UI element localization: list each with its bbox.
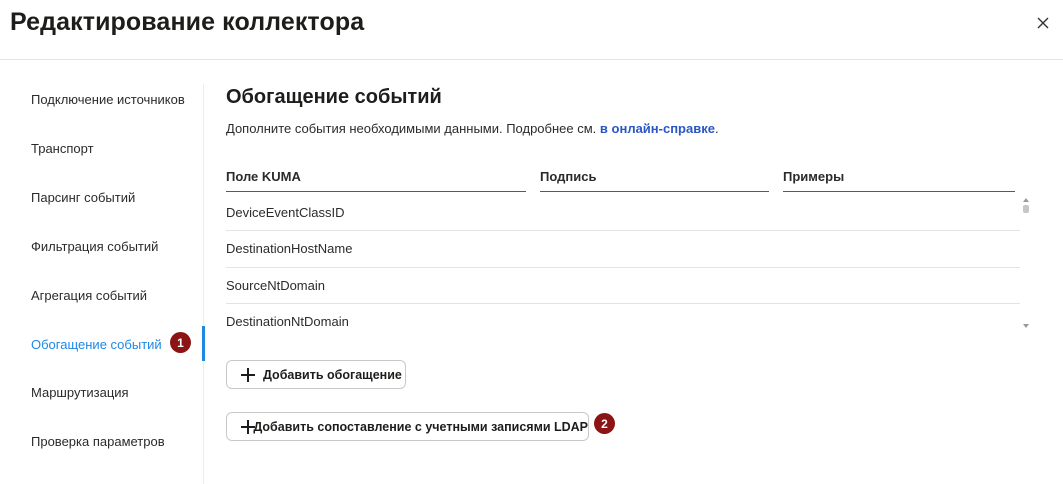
add-ldap-mapping-label: Добавить сопоставление с учетными запися…: [253, 419, 588, 434]
table-row[interactable]: DestinationHostName: [226, 231, 1020, 268]
section-description: Дополните события необходимыми данными. …: [226, 121, 719, 136]
dialog-title: Редактирование коллектора: [10, 8, 365, 36]
sidebar-item-aggregation[interactable]: Агрегация событий: [31, 288, 147, 303]
enrichment-table: DeviceEventClassID DestinationHostName S…: [226, 195, 1020, 330]
sidebar-item-enrichment[interactable]: Обогащение событий: [31, 337, 162, 352]
sidebar-item-routing[interactable]: Маршрутизация: [31, 385, 129, 400]
close-icon: [1037, 17, 1049, 29]
sidebar-nav: [0, 61, 206, 484]
table-row[interactable]: SourceNtDomain: [226, 268, 1020, 304]
column-underline: [540, 191, 769, 192]
step-badge-1: 1: [170, 332, 191, 353]
column-header-label: Подпись: [540, 169, 597, 184]
column-header-examples: Примеры: [783, 169, 845, 184]
scroll-thumb[interactable]: [1023, 205, 1029, 213]
sidebar-divider: [203, 84, 204, 484]
scroll-up-icon[interactable]: [1023, 198, 1029, 202]
sidebar-item-sources[interactable]: Подключение источников: [31, 92, 185, 107]
dialog-header: Редактирование коллектора: [0, 0, 1063, 60]
sidebar-item-filtering[interactable]: Фильтрация событий: [31, 239, 158, 254]
add-enrichment-label: Добавить обогащение: [263, 367, 402, 382]
section-title: Обогащение событий: [226, 86, 442, 108]
description-text: Дополните события необходимыми данными. …: [226, 121, 597, 136]
description-end: .: [714, 121, 719, 136]
help-link[interactable]: в онлайн-справке: [600, 121, 715, 136]
sidebar-active-indicator: [202, 326, 205, 361]
plus-icon: [241, 419, 257, 434]
scroll-down-icon[interactable]: [1023, 324, 1029, 328]
plus-icon: [241, 367, 255, 382]
close-button[interactable]: [1030, 10, 1056, 36]
sidebar-item-parsing[interactable]: Парсинг событий: [31, 190, 135, 205]
column-underline: [226, 191, 526, 192]
add-enrichment-button[interactable]: Добавить обогащение: [226, 360, 406, 389]
add-ldap-mapping-button[interactable]: Добавить сопоставление с учетными запися…: [226, 412, 589, 441]
column-underline: [783, 191, 1015, 192]
sidebar-item-validation[interactable]: Проверка параметров: [31, 434, 165, 449]
sidebar-item-transport[interactable]: Транспорт: [31, 141, 94, 156]
table-scrollbar[interactable]: [1021, 197, 1031, 330]
table-row[interactable]: DestinationNtDomain: [226, 304, 1020, 330]
step-badge-2: 2: [594, 413, 615, 434]
column-header-kuma-field: Поле KUMA: [226, 169, 301, 184]
table-row[interactable]: DeviceEventClassID: [226, 195, 1020, 232]
